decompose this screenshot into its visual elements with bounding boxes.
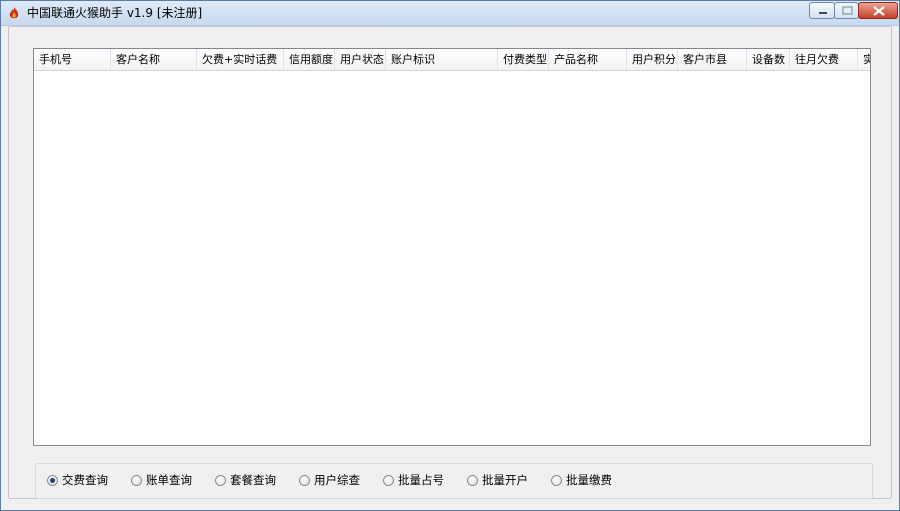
- radio-label: 用户综查: [314, 473, 360, 487]
- radio-label: 批量占号: [398, 473, 444, 487]
- column-header-user-points[interactable]: 用户积分: [627, 49, 678, 70]
- results-listview[interactable]: 手机号 客户名称 欠费+实时话费 信用额度 用户状态 账户标识 付费类型 产品名…: [33, 48, 871, 446]
- column-header-device-count[interactable]: 设备数: [747, 49, 790, 70]
- column-header-past-arrears[interactable]: 往月欠费: [790, 49, 858, 70]
- radio-dot: [299, 475, 310, 486]
- radio-label: 套餐查询: [230, 473, 276, 487]
- radio-label: 批量开户: [482, 473, 528, 487]
- column-header-truncated[interactable]: 实: [858, 49, 870, 70]
- query-mode-group: 交费查询 账单查询 套餐查询 用户综查 批量占号 批量开户 批量缴费: [35, 463, 873, 499]
- column-header-arrears-realtime[interactable]: 欠费+实时话费: [197, 49, 284, 70]
- app-window: 中国联通火猴助手 v1.9 [未注册] 手机号 客户名称 欠费+实时话费 信用额…: [0, 0, 900, 511]
- column-header-payment-type[interactable]: 付费类型: [498, 49, 549, 70]
- radio-dot-checked: [47, 475, 58, 486]
- title-bar[interactable]: 中国联通火猴助手 v1.9 [未注册]: [1, 1, 899, 26]
- radio-dot: [215, 475, 226, 486]
- listview-header: 手机号 客户名称 欠费+实时话费 信用额度 用户状态 账户标识 付费类型 产品名…: [34, 49, 870, 71]
- column-header-credit-limit[interactable]: 信用额度: [284, 49, 335, 70]
- flame-icon: [7, 6, 21, 20]
- window-title: 中国联通火猴助手 v1.9 [未注册]: [27, 6, 203, 20]
- column-header-product-name[interactable]: 产品名称: [549, 49, 627, 70]
- column-header-account-id[interactable]: 账户标识: [386, 49, 498, 70]
- column-header-customer-county[interactable]: 客户市县: [678, 49, 747, 70]
- radio-dot: [551, 475, 562, 486]
- column-header-phone[interactable]: 手机号: [34, 49, 111, 70]
- radio-dot: [467, 475, 478, 486]
- radio-label: 账单查询: [146, 473, 192, 487]
- close-button[interactable]: [858, 2, 898, 19]
- radio-label: 批量缴费: [566, 473, 612, 487]
- maximize-button[interactable]: [834, 2, 859, 19]
- minimize-button[interactable]: [809, 2, 835, 19]
- radio-dot: [383, 475, 394, 486]
- column-header-user-status[interactable]: 用户状态: [335, 49, 386, 70]
- client-area: 手机号 客户名称 欠费+实时话费 信用额度 用户状态 账户标识 付费类型 产品名…: [8, 26, 892, 504]
- radio-dot: [131, 475, 142, 486]
- column-header-customer-name[interactable]: 客户名称: [111, 49, 197, 70]
- main-groupbox: 手机号 客户名称 欠费+实时话费 信用额度 用户状态 账户标识 付费类型 产品名…: [8, 26, 892, 499]
- radio-label: 交费查询: [62, 473, 108, 487]
